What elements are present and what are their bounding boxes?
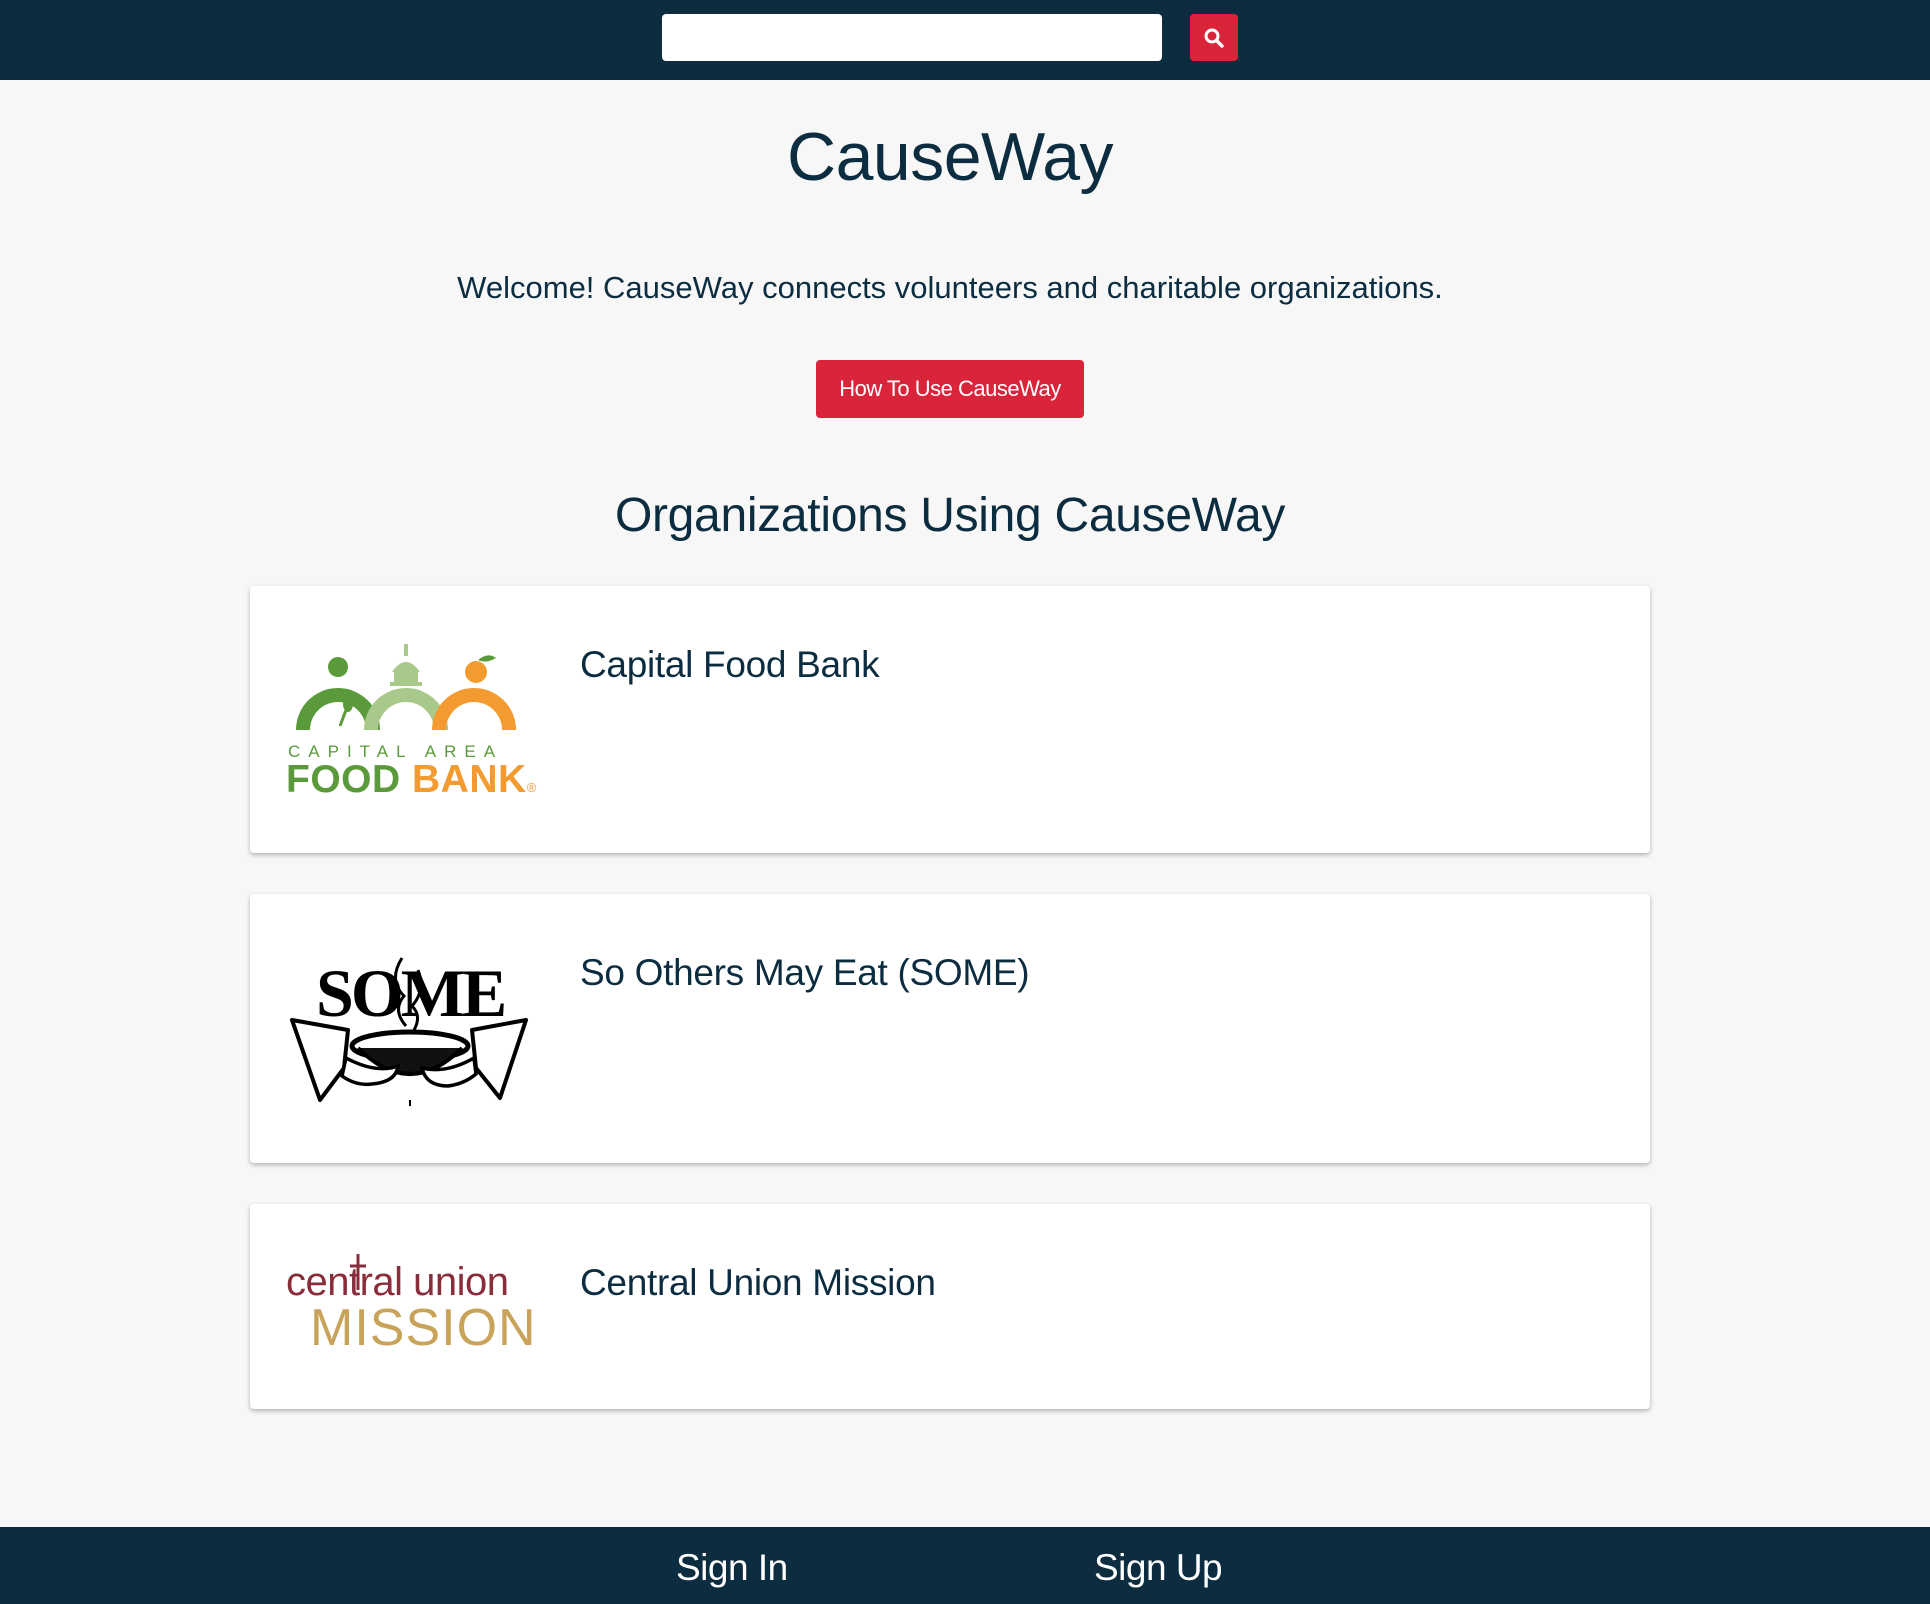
capital-food-bank-logo: CAPITAL AREA FOOD BANK® [286,642,536,802]
org-card-some[interactable]: SOME So Others May Eat (SOME) [250,894,1650,1163]
org-card-central-union-mission[interactable]: central union MISSION Central Union Miss… [250,1204,1650,1409]
logo-mission: MISSION [310,1299,537,1357]
welcome-text: Welcome! CauseWay connects volunteers an… [457,270,1443,305]
sign-in-link[interactable]: Sign In [676,1547,788,1589]
org-name[interactable]: Central Union Mission [580,1262,936,1304]
search-button[interactable] [1190,14,1238,61]
central-union-mission-logo: central union MISSION [286,1254,536,1360]
sign-up-link[interactable]: Sign Up [1094,1547,1223,1589]
logo-line2: FOOD BANK® [286,758,537,802]
logo-word-bank: BANK [412,758,527,801]
org-name[interactable]: So Others May Eat (SOME) [580,952,1030,994]
page-title: CauseWay [786,119,1114,195]
cross-icon [350,1254,366,1290]
footer-bar: Sign In Sign Up [0,1527,1930,1604]
org-name[interactable]: Capital Food Bank [580,644,880,686]
some-logo: SOME [286,950,532,1110]
search-input[interactable] [662,14,1162,61]
org-card-capital-food-bank[interactable]: CAPITAL AREA FOOD BANK® Capital Food Ban… [250,586,1650,853]
how-to-use-button[interactable]: How To Use CauseWay [816,360,1084,418]
search-icon [1204,28,1224,48]
registered-mark: ® [526,780,537,795]
organizations-heading: Organizations Using CauseWay [614,489,1286,542]
logo-word-food: FOOD [286,758,401,801]
top-nav-bar [0,0,1930,80]
some-hands-bowl-graphic [290,957,528,1106]
